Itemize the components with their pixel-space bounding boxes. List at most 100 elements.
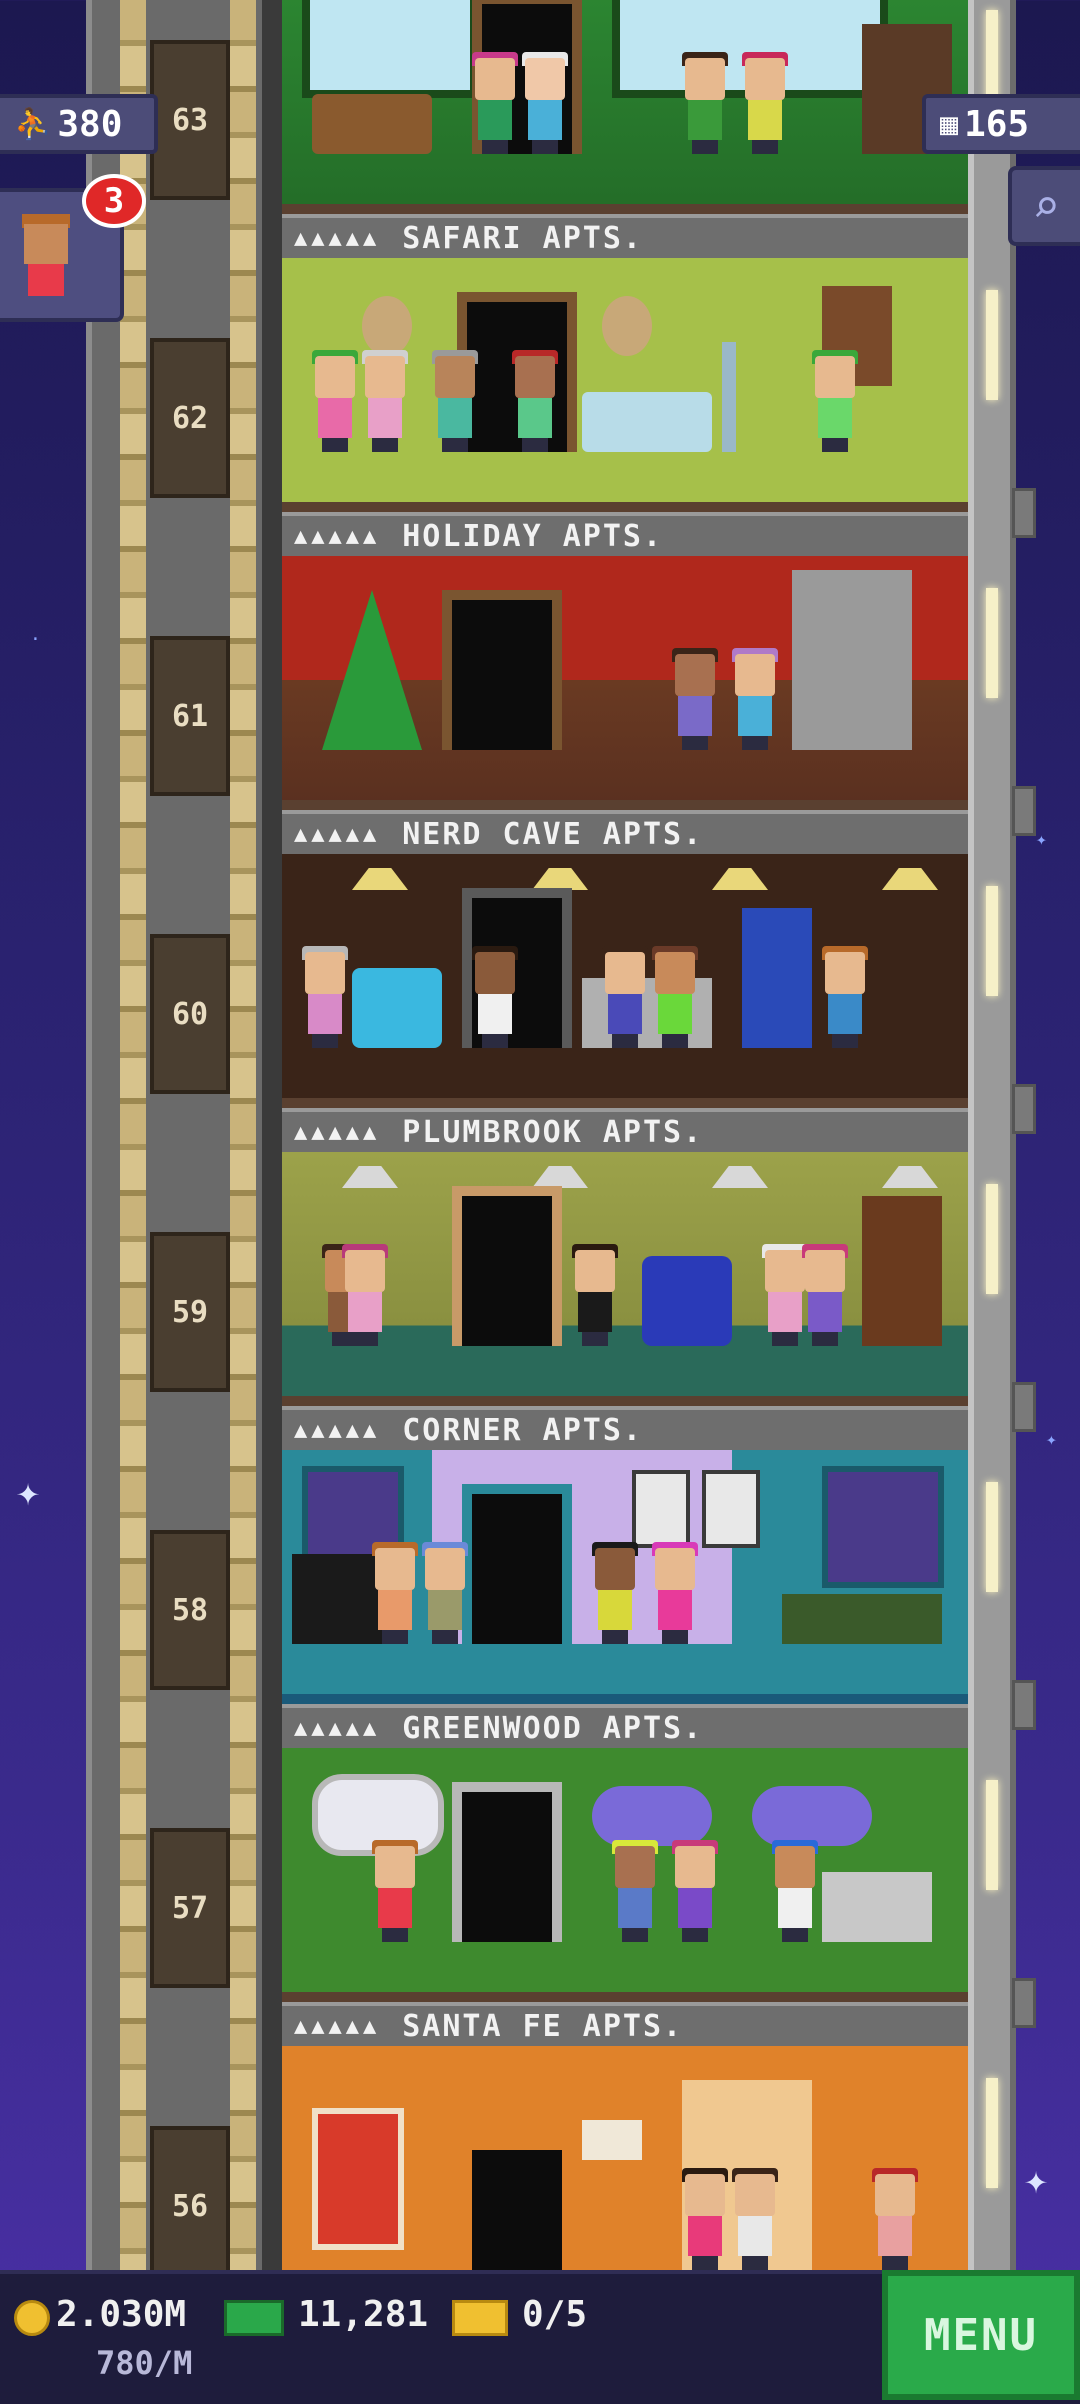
fireplace	[792, 570, 912, 750]
picture-frame	[632, 1470, 690, 1548]
tower-resident[interactable]	[432, 350, 478, 452]
tower-resident[interactable]	[822, 946, 868, 1048]
pillar-bracket	[1012, 488, 1036, 538]
floor-nameplate[interactable]: ▲▲▲▲▲ PLUMBROOK APTS.	[282, 1108, 968, 1152]
population-value: 380	[57, 103, 123, 145]
floor-lamp	[722, 342, 736, 452]
rug-wall-hanging	[312, 2108, 404, 2250]
floor-stars: ▲▲▲▲▲	[294, 523, 381, 549]
tower-resident[interactable]	[672, 648, 718, 750]
tower-resident[interactable]	[362, 350, 408, 452]
pillar-light	[986, 1482, 998, 1592]
floor-name: GREENWOOD APTS.	[402, 1710, 704, 1746]
floor-number-56: 56	[150, 2126, 230, 2286]
floor-number-61: 61	[150, 636, 230, 796]
floor-nameplate[interactable]: ▲▲▲▲▲ NERD CAVE APTS.	[282, 810, 968, 854]
tower-resident[interactable]	[682, 2168, 728, 2270]
coin-icon	[14, 2300, 50, 2336]
floor-nameplate[interactable]: ▲▲▲▲▲ SAFARI APTS.	[282, 214, 968, 258]
tower-resident[interactable]	[342, 1244, 388, 1346]
tower-resident[interactable]	[732, 648, 778, 750]
tower-resident[interactable]	[592, 1542, 638, 1644]
door[interactable]	[452, 1782, 562, 1942]
tower-resident[interactable]	[472, 946, 518, 1048]
tower-resident[interactable]	[612, 1840, 658, 1942]
floor-santa-fe[interactable]: ▲▲▲▲▲ SANTA FE APTS.	[282, 1748, 968, 2046]
floor-56[interactable]	[282, 2046, 968, 2270]
floor-nameplate[interactable]: ▲▲▲▲▲ CORNER APTS.	[282, 1406, 968, 1450]
bux-counter[interactable]: ▦ 165	[922, 94, 1080, 154]
person-icon: ⛹	[14, 106, 52, 142]
tower-resident[interactable]	[422, 1542, 468, 1644]
ceiling-lamp	[352, 868, 408, 890]
oval-window	[752, 1786, 872, 1846]
tower-resident[interactable]	[652, 1542, 698, 1644]
floor-name: CORNER APTS.	[402, 1412, 643, 1448]
sparkle-star: ✦	[1046, 1429, 1057, 1450]
ceiling-lamp	[342, 1166, 398, 1188]
pillar-bracket	[1012, 1084, 1036, 1134]
sofa	[582, 392, 712, 452]
tower-resident[interactable]	[732, 2168, 778, 2270]
ceiling-lamp	[712, 868, 768, 890]
tower-resident[interactable]	[572, 1244, 618, 1346]
door[interactable]	[452, 1186, 562, 1346]
floor-nerd-cave[interactable]: ▲▲▲▲▲ NERD CAVE APTS.	[282, 556, 968, 854]
floor-stars: ▲▲▲▲▲	[294, 821, 381, 847]
window	[302, 0, 478, 98]
door[interactable]	[442, 590, 562, 750]
tower-resident[interactable]	[512, 350, 558, 452]
door[interactable]	[472, 2150, 562, 2270]
floor-nameplate[interactable]: ▲▲▲▲▲ HOLIDAY APTS.	[282, 512, 968, 556]
floor-name: SANTA FE APTS.	[402, 2008, 684, 2044]
floor-plumbrook[interactable]: ▲▲▲▲▲ PLUMBROOK APTS.	[282, 854, 968, 1152]
tower-resident[interactable]	[372, 1840, 418, 1942]
income-rate: 780/M	[96, 2344, 193, 2382]
computer-desk	[822, 1872, 932, 1942]
floor-stars: ▲▲▲▲▲	[294, 1715, 381, 1741]
floor-nameplate[interactable]: ▲▲▲▲▲ GREENWOOD APTS.	[282, 1704, 968, 1748]
floor-number-63: 63	[150, 40, 230, 200]
tower-resident[interactable]	[872, 2168, 918, 2270]
tower-resident[interactable]	[602, 946, 648, 1048]
floor-nameplate[interactable]: ▲▲▲▲▲ SANTA FE APTS.	[282, 2002, 968, 2046]
search-button[interactable]: ⌕	[1008, 166, 1080, 246]
floor-name: HOLIDAY APTS.	[402, 518, 664, 554]
armchair	[352, 968, 442, 1048]
floor-holiday[interactable]: ▲▲▲▲▲ HOLIDAY APTS.	[282, 258, 968, 556]
magnifier-icon: ⌕	[1032, 179, 1060, 233]
arcade-machine	[742, 908, 812, 1048]
population-counter[interactable]: ⛹ 380	[0, 94, 158, 154]
tower-resident[interactable]	[312, 350, 358, 452]
dining-chairs	[782, 1594, 942, 1644]
floor-corner[interactable]: ▲▲▲▲▲ CORNER APTS.	[282, 1152, 968, 1450]
tower-resident[interactable]	[802, 1244, 848, 1346]
cash-icon	[224, 2300, 284, 2336]
floor-stars: ▲▲▲▲▲	[294, 2013, 381, 2039]
tower-resident[interactable]	[522, 52, 568, 154]
tower-resident[interactable]	[302, 946, 348, 1048]
tower-resident[interactable]	[682, 52, 728, 154]
door[interactable]	[462, 1484, 572, 1644]
pillar-bracket	[1012, 1680, 1036, 1730]
floor-name: PLUMBROOK APTS.	[402, 1114, 704, 1150]
floor-greenwood[interactable]: ▲▲▲▲▲ GREENWOOD APTS.	[282, 1450, 968, 1748]
tickets-value: 0/5	[522, 2294, 588, 2335]
tower-resident[interactable]	[772, 1840, 818, 1942]
tower-resident[interactable]	[812, 350, 858, 452]
tower-resident[interactable]	[652, 946, 698, 1048]
floor-safari[interactable]: ▲▲▲▲▲ SAFARI APTS.	[282, 0, 968, 258]
coins-value: 2.030M	[56, 2294, 187, 2335]
tower-resident[interactable]	[472, 52, 518, 154]
menu-button[interactable]: MENU	[882, 2270, 1080, 2400]
sparkle-star: ·	[30, 629, 41, 650]
floor-stars: ▲▲▲▲▲	[294, 1119, 381, 1145]
ceiling-lamp	[882, 868, 938, 890]
tower-resident[interactable]	[372, 1542, 418, 1644]
floor-number-59: 59	[150, 1232, 230, 1392]
sparkle-star: ✦	[1024, 2157, 1049, 2203]
tower-resident[interactable]	[672, 1840, 718, 1942]
tower-resident[interactable]	[742, 52, 788, 154]
ceiling-lamp	[532, 1166, 588, 1188]
floor-stars: ▲▲▲▲▲	[294, 225, 381, 251]
